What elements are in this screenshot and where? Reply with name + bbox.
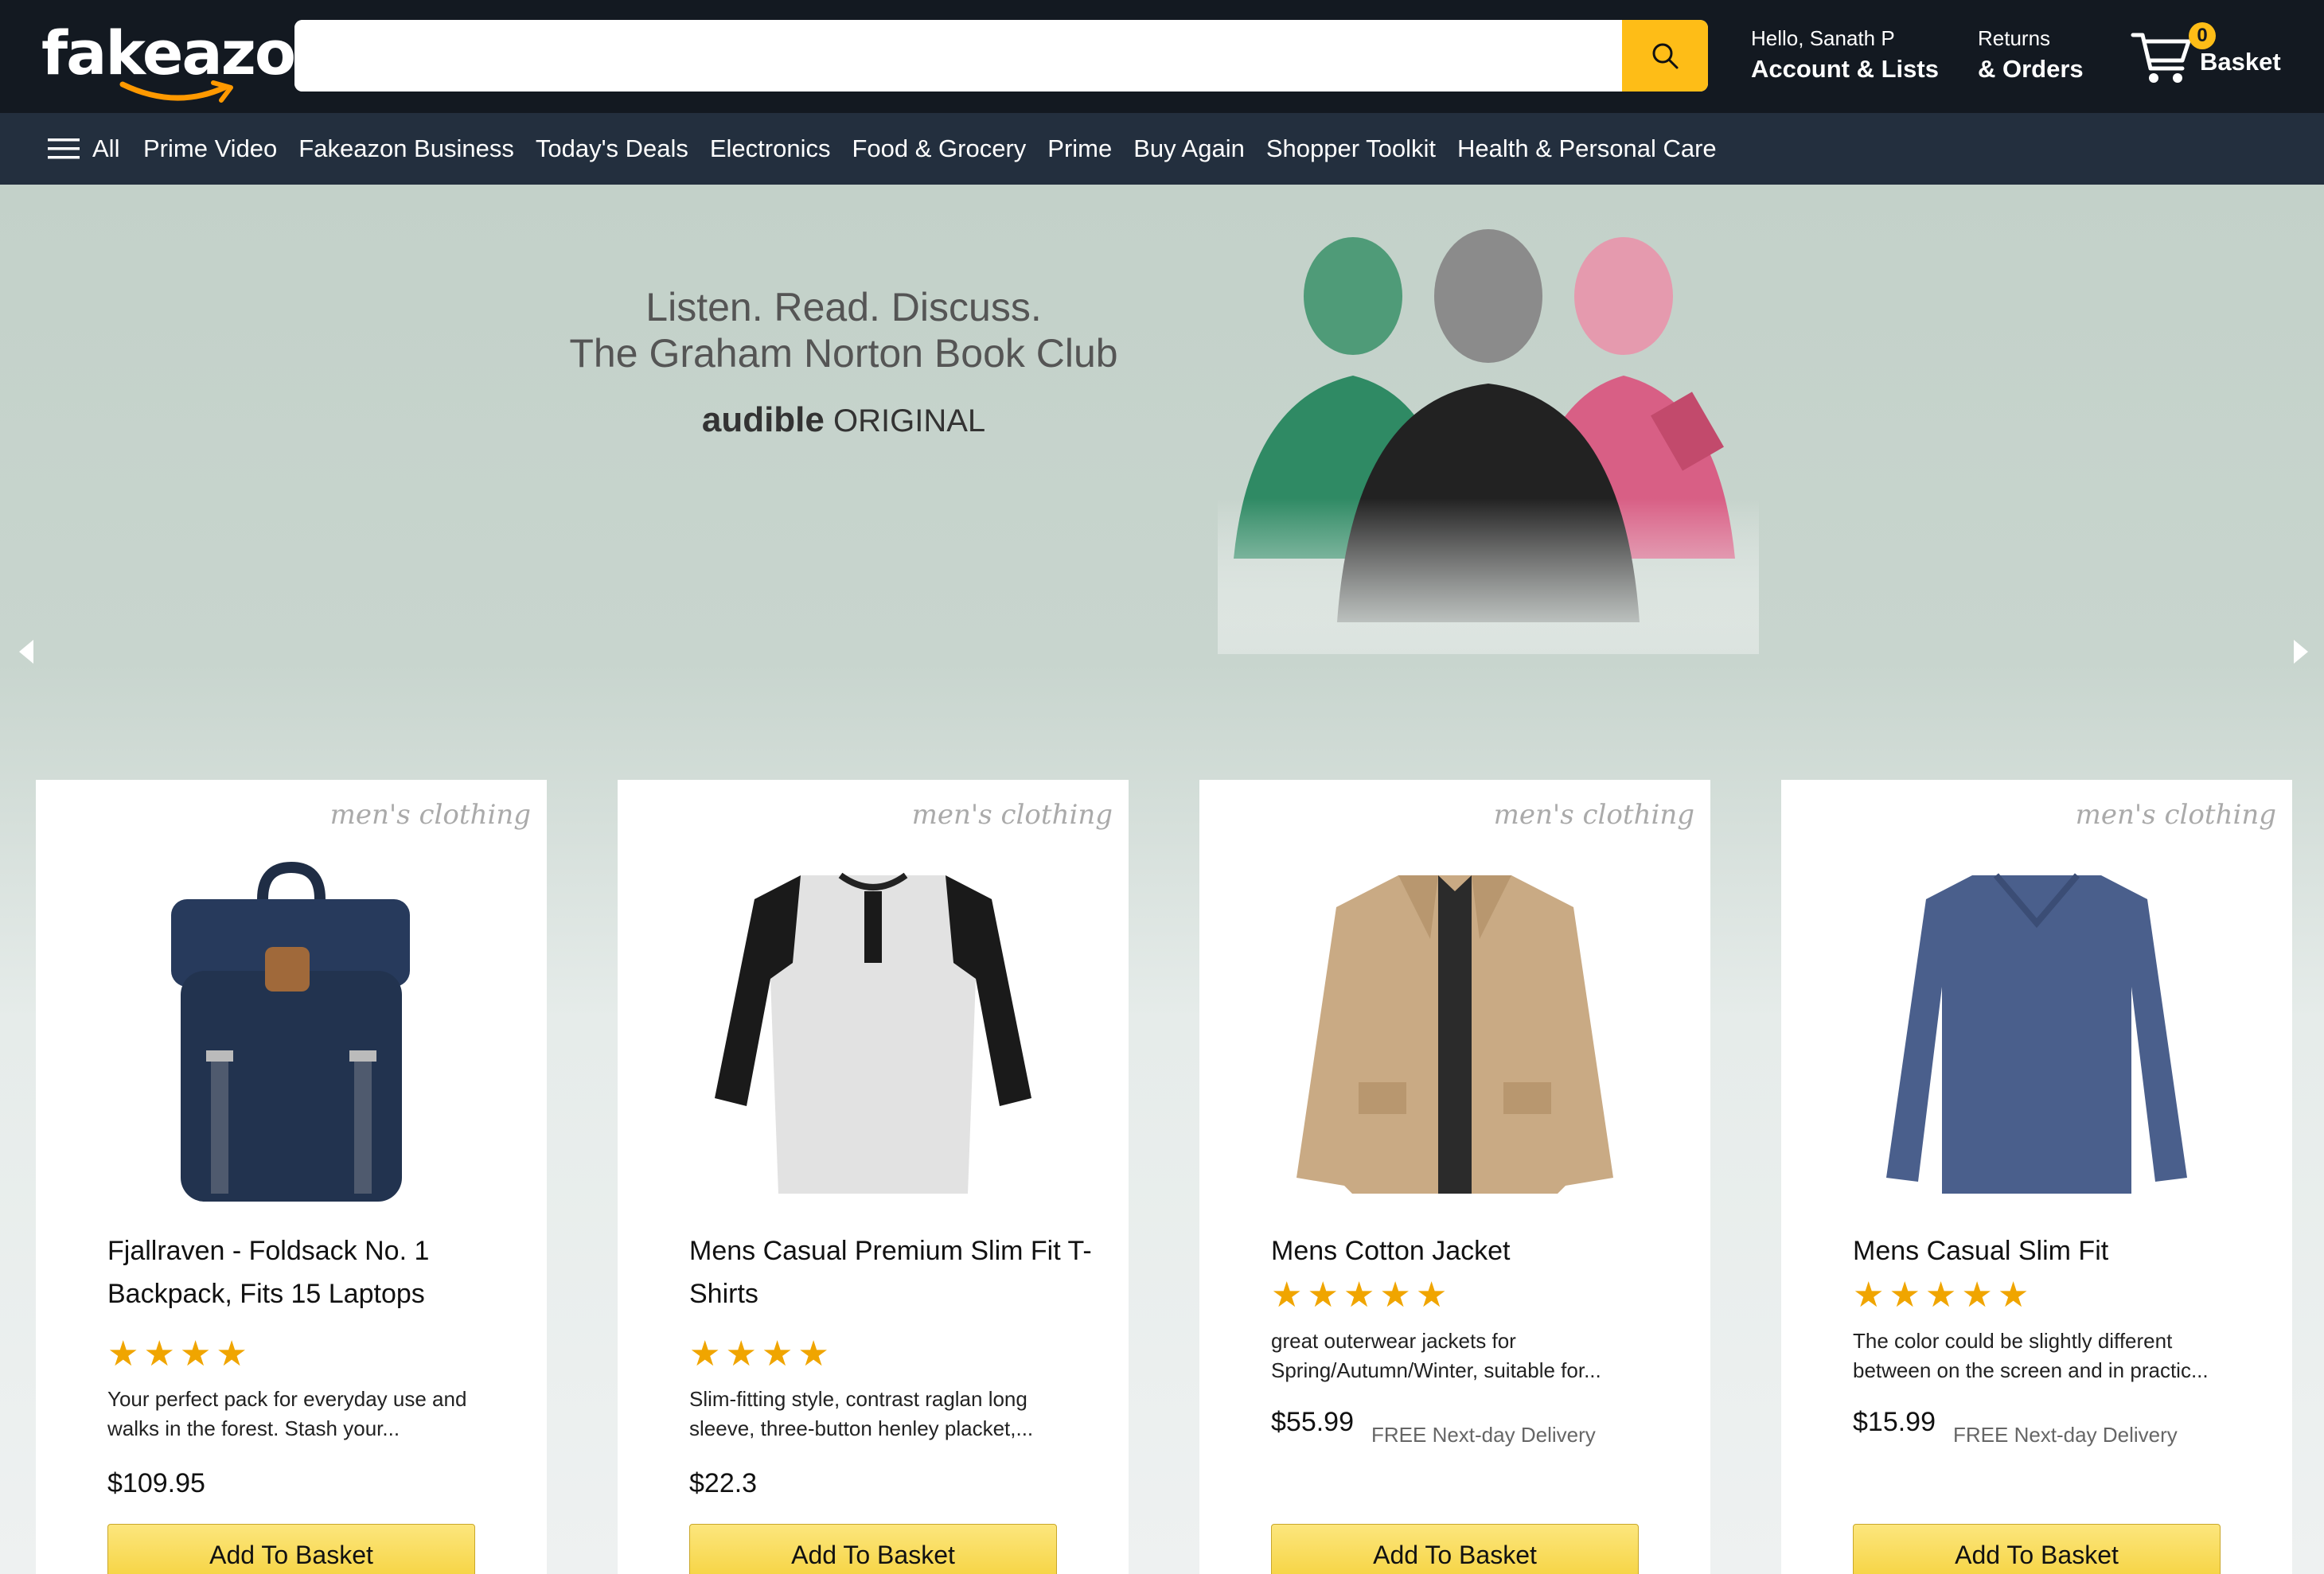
orders-label: & Orders	[1978, 55, 2084, 83]
product-title[interactable]: Mens Casual Premium Slim Fit T-Shirts	[689, 1229, 1103, 1315]
add-to-basket-button[interactable]: Add To Basket	[689, 1524, 1057, 1574]
subnav-item-food-grocery[interactable]: Food & Grocery	[852, 134, 1026, 163]
star-icon: ★	[1997, 1276, 2030, 1315]
logo-smile-icon	[119, 80, 233, 103]
product-card: men's clothing Mens Cotton Jacket ★ ★ ★ …	[1199, 780, 1710, 1574]
product-description: Your perfect pack for everyday use and w…	[107, 1387, 467, 1440]
subnav-item-prime[interactable]: Prime	[1047, 134, 1112, 163]
product-category: men's clothing	[2075, 799, 2276, 831]
all-menu-label: All	[92, 134, 120, 162]
product-title[interactable]: Mens Casual Slim Fit	[1853, 1229, 2267, 1272]
star-icon: ★	[1343, 1276, 1375, 1315]
subnav-item-todays-deals[interactable]: Today's Deals	[536, 134, 688, 163]
product-image-slim-fit-shirt[interactable]	[1781, 843, 2292, 1210]
star-icon: ★	[797, 1334, 829, 1373]
logo-text: fakeazon	[41, 18, 337, 88]
sub-navigation: All Prime Video Fakeazon Business Today'…	[0, 113, 2324, 185]
product-price: $109.95	[107, 1468, 205, 1498]
product-description: Slim-fitting style, contrast raglan long…	[689, 1387, 1034, 1440]
product-card: men's clothing Mens Casual Premium Slim …	[618, 780, 1129, 1574]
returns-orders-link[interactable]: Returns & Orders	[1978, 24, 2084, 86]
basket-button[interactable]: 0 Basket	[2130, 19, 2289, 91]
basket-count-badge: 0	[2189, 22, 2216, 49]
basket-label: Basket	[2200, 48, 2281, 76]
product-image-cotton-jacket[interactable]	[1199, 843, 1710, 1210]
star-icon: ★	[107, 1334, 139, 1373]
star-icon: ★	[1924, 1276, 1957, 1315]
product-image-henley-shirt[interactable]	[618, 843, 1129, 1210]
star-icon: ★	[216, 1334, 248, 1373]
product-price: $22.3	[689, 1468, 758, 1498]
subnav-item-fakeazon-business[interactable]: Fakeazon Business	[298, 134, 514, 163]
subnav-item-buy-again[interactable]: Buy Again	[1133, 134, 1245, 163]
account-lists-link[interactable]: Hello, Sanath P Account & Lists	[1751, 24, 1939, 86]
search-input[interactable]	[294, 20, 1622, 92]
delivery-info: FREE Next-day Delivery	[1953, 1423, 2178, 1447]
star-icon: ★	[761, 1334, 794, 1373]
star-icon: ★	[179, 1334, 212, 1373]
fakeazon-logo[interactable]: fakeazon	[41, 18, 337, 103]
top-header: fakeazon Hello, Sanath P Account & Lists…	[0, 0, 2324, 113]
star-icon: ★	[689, 1334, 721, 1373]
add-to-basket-button[interactable]: Add To Basket	[1271, 1524, 1639, 1574]
account-lists-label: Account & Lists	[1751, 55, 1939, 83]
star-rating: ★ ★ ★ ★ ★	[1271, 1278, 1452, 1313]
search-button[interactable]	[1622, 20, 1708, 92]
delivery-info: FREE Next-day Delivery	[1371, 1423, 1596, 1447]
product-card: men's clothing Mens Casual Slim Fit ★ ★ …	[1781, 780, 2292, 1574]
product-image-backpack[interactable]	[36, 843, 547, 1210]
star-rating: ★ ★ ★ ★	[107, 1337, 252, 1372]
search-icon	[1652, 43, 1679, 69]
original-label: ORIGINAL	[833, 403, 986, 438]
product-description: great outerwear jackets for Spring/Autum…	[1271, 1329, 1601, 1382]
product-description: The color could be slightly different be…	[1853, 1329, 2209, 1382]
subnav-links: Prime Video Fakeazon Business Today's De…	[143, 113, 1738, 185]
audible-brand: audible	[701, 400, 825, 439]
product-category: men's clothing	[911, 799, 1113, 831]
product-category: men's clothing	[329, 799, 531, 831]
subnav-item-electronics[interactable]: Electronics	[710, 134, 831, 163]
subnav-item-health-personal-care[interactable]: Health & Personal Care	[1457, 134, 1717, 163]
cart-icon	[2131, 33, 2191, 83]
star-icon: ★	[1271, 1276, 1303, 1315]
add-to-basket-button[interactable]: Add To Basket	[1853, 1524, 2221, 1574]
star-icon: ★	[1889, 1276, 1920, 1315]
carousel-prev-arrow-icon[interactable]	[18, 638, 35, 665]
hero-portraits-image	[1218, 208, 1759, 654]
star-icon: ★	[143, 1334, 175, 1373]
product-card: men's clothing Fjallraven - Foldsack No.…	[36, 780, 547, 1574]
star-rating: ★ ★ ★ ★ ★	[1853, 1278, 2034, 1313]
all-menu-button[interactable]: All	[48, 113, 119, 185]
hero-text: Listen. Read. Discuss. The Graham Norton…	[446, 284, 1242, 440]
star-icon: ★	[1961, 1276, 1993, 1315]
returns-label: Returns	[1978, 26, 2051, 50]
subnav-item-prime-video[interactable]: Prime Video	[143, 134, 277, 163]
add-to-basket-button[interactable]: Add To Basket	[107, 1524, 475, 1574]
product-title[interactable]: Fjallraven - Foldsack No. 1 Backpack, Fi…	[107, 1229, 521, 1315]
star-icon: ★	[1307, 1276, 1339, 1315]
search-bar	[294, 20, 1708, 92]
hero-tagline: Listen. Read. Discuss.	[645, 285, 1042, 329]
star-icon: ★	[1379, 1276, 1411, 1315]
hero-title: The Graham Norton Book Club	[569, 331, 1118, 376]
product-price: $15.99	[1853, 1407, 1936, 1437]
subnav-item-shopper-toolkit[interactable]: Shopper Toolkit	[1266, 134, 1436, 163]
product-category: men's clothing	[1493, 799, 1694, 831]
greeting-text: Hello, Sanath P	[1751, 26, 1895, 50]
star-icon: ★	[1853, 1276, 1885, 1315]
product-title[interactable]: Mens Cotton Jacket	[1271, 1229, 1685, 1272]
product-price: $55.99	[1271, 1407, 1354, 1437]
hamburger-menu-icon	[48, 138, 80, 159]
audible-original-logo: audible ORIGINAL	[446, 400, 1242, 440]
star-icon: ★	[1415, 1276, 1448, 1315]
star-rating: ★ ★ ★ ★	[689, 1337, 834, 1372]
star-icon: ★	[725, 1334, 757, 1373]
carousel-next-arrow-icon[interactable]	[2292, 638, 2310, 665]
